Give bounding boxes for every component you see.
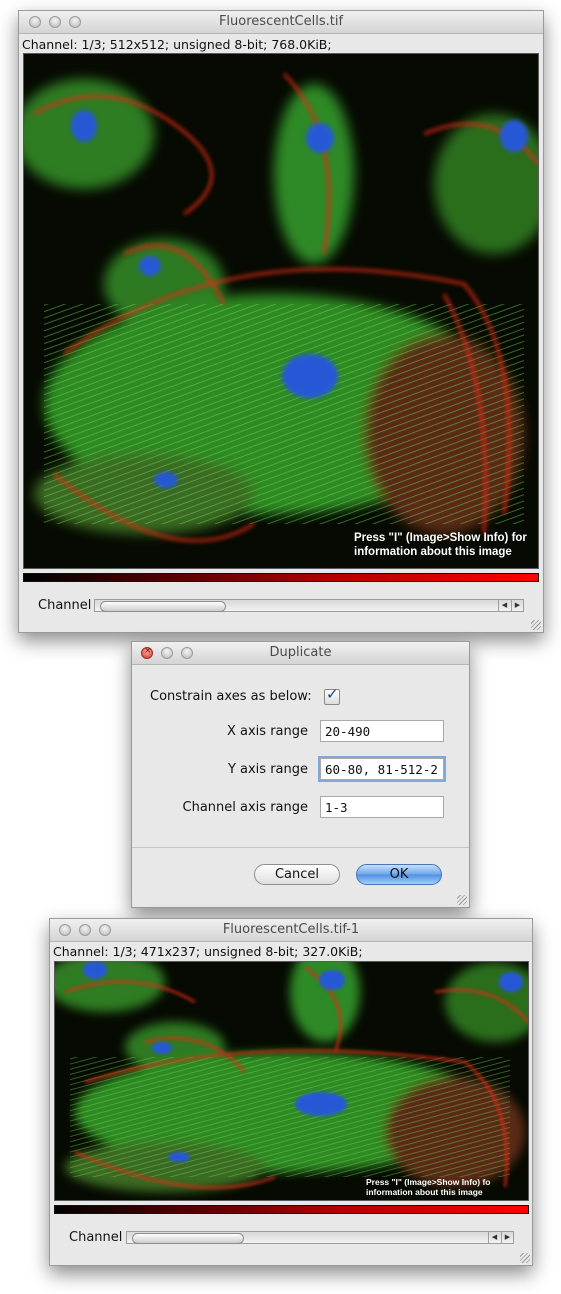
cancel-button[interactable]: Cancel [254,864,340,885]
lut-bar [54,1205,529,1214]
constrain-checkbox[interactable]: ✓ [324,685,340,705]
channel-slider-label: Channel [38,598,92,613]
constrain-label: Constrain axes as below: [150,689,312,704]
slider-left-arrow[interactable]: ◀ [488,1232,500,1243]
channel-slider-thumb[interactable] [132,1233,244,1244]
lut-bar [23,573,539,582]
dialog-resize-grip[interactable] [457,895,467,905]
ok-button[interactable]: OK [356,864,442,885]
x-axis-range-input[interactable]: 20-490 [320,720,444,742]
channel-axis-range-input[interactable]: 1-3 [320,796,444,818]
image-window-main: FluorescentCells.tif Channel: 1/3; 512x5… [18,10,544,633]
overlay-line-1: Press "I" (Image>Show Info) fo [366,1177,491,1187]
overlay-line-2: information about this image [366,1187,483,1198]
slider-right-arrow[interactable]: ▶ [501,1232,513,1243]
dialog-title-bar[interactable]: × Duplicate [132,642,469,665]
channel-slider[interactable]: ◀ ▶ [94,599,524,612]
window-title: FluorescentCells.tif-1 [222,922,360,937]
y-axis-range-input[interactable]: 60-80, 81-512-2 [318,756,446,782]
overlay-line-2: information about this image [354,545,512,558]
resize-grip[interactable] [520,1253,530,1263]
image-info: Channel: 1/3; 471x237; unsigned 8-bit; 3… [53,944,363,959]
resize-grip[interactable] [531,620,541,630]
channel-axis-label: Channel axis range [182,800,308,815]
duplicate-dialog: × Duplicate Constrain axes as below: ✓ X… [131,641,470,908]
window-title: FluorescentCells.tif [218,14,344,29]
image-canvas[interactable]: Press "I" (Image>Show Info) fo informati… [54,961,529,1201]
channel-slider-label: Channel [69,1230,123,1245]
info-hint-overlay: Press "I" (Image>Show Info) fo informati… [366,1177,490,1197]
title-bar[interactable]: FluorescentCells.tif-1 [50,919,532,942]
image-canvas[interactable]: Press "I" (Image>Show Info) for informat… [23,53,539,569]
slider-right-arrow[interactable]: ▶ [511,600,523,611]
title-bar[interactable]: FluorescentCells.tif [19,11,543,34]
image-info: Channel: 1/3; 512x512; unsigned 8-bit; 7… [22,37,332,52]
dialog-separator [132,847,469,848]
checkmark-icon: ✓ [326,685,339,703]
info-hint-overlay: Press "I" (Image>Show Info) for informat… [354,532,527,560]
channel-slider-thumb[interactable] [100,601,226,612]
channel-slider[interactable]: ◀ ▶ [126,1231,514,1244]
x-axis-label: X axis range [226,724,308,739]
dialog-title: Duplicate [269,645,332,660]
overlay-line-1: Press "I" (Image>Show Info) for [354,532,527,544]
image-window-duplicate: FluorescentCells.tif-1 Channel: 1/3; 471… [49,918,533,1266]
y-axis-label: Y axis range [227,762,308,777]
slider-left-arrow[interactable]: ◀ [498,600,510,611]
